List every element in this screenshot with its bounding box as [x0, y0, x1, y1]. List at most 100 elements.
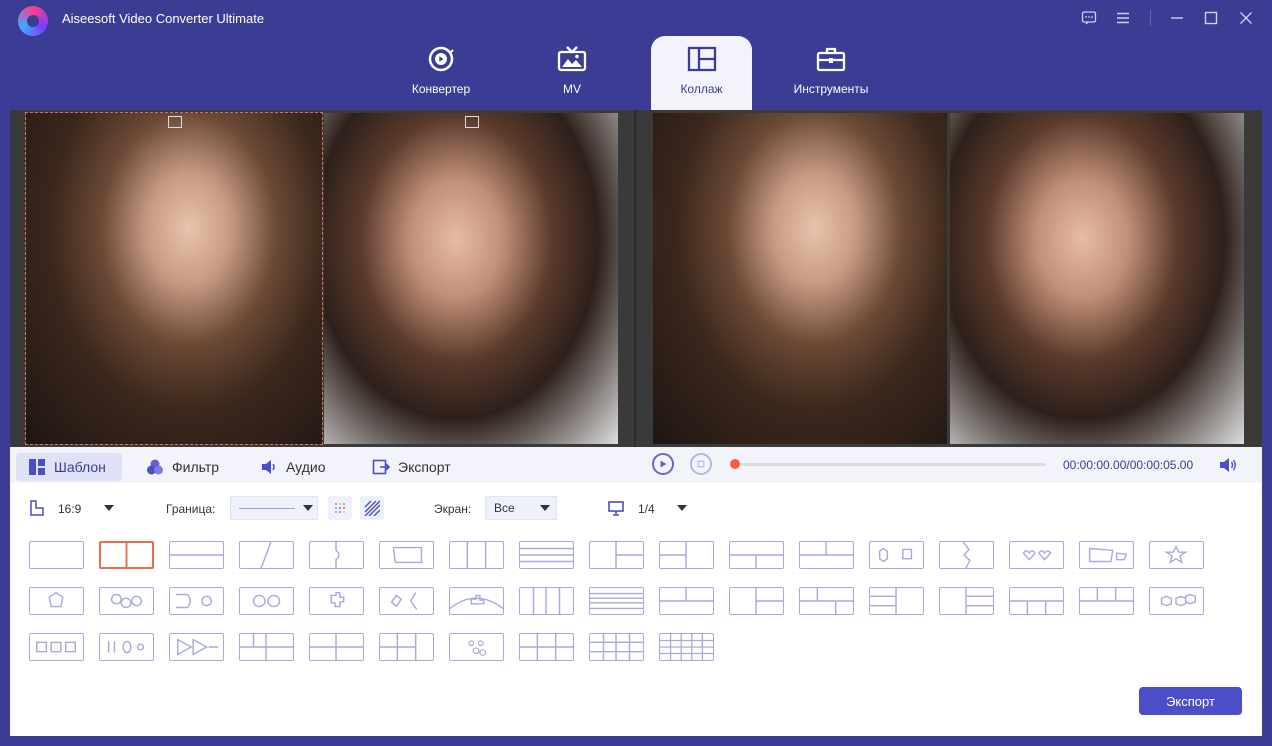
filter-icon: [147, 459, 163, 475]
menu-icon[interactable]: [1112, 7, 1134, 29]
template-thumbnail[interactable]: [1009, 587, 1064, 615]
template-thumbnail[interactable]: [519, 587, 574, 615]
template-thumbnail[interactable]: [1149, 541, 1204, 569]
template-thumbnail[interactable]: [449, 541, 504, 569]
template-thumbnail[interactable]: [589, 633, 644, 661]
page-indicator[interactable]: 1/4: [638, 502, 655, 516]
template-thumbnail[interactable]: [239, 587, 294, 615]
template-thumbnail[interactable]: [519, 541, 574, 569]
subtab-template[interactable]: Шаблон: [16, 453, 122, 481]
tab-converter[interactable]: Конвертер: [398, 36, 484, 110]
titlebar-separator: [1150, 10, 1151, 26]
template-thumbnail[interactable]: [309, 587, 364, 615]
screen-dropdown[interactable]: Все: [485, 496, 557, 520]
progress-thumb[interactable]: [730, 459, 740, 469]
template-thumbnail[interactable]: [869, 541, 924, 569]
image-icon[interactable]: [168, 116, 182, 128]
template-thumbnail[interactable]: [239, 541, 294, 569]
collage-output-preview: [636, 110, 1262, 447]
export-icon: [372, 459, 390, 475]
template-thumbnail[interactable]: [379, 587, 434, 615]
template-thumbnail[interactable]: [29, 541, 84, 569]
template-thumbnail[interactable]: [939, 587, 994, 615]
image-icon[interactable]: [465, 116, 479, 128]
volume-icon[interactable]: [1218, 455, 1238, 475]
template-thumbnail[interactable]: [1079, 541, 1134, 569]
template-thumbnail[interactable]: [379, 541, 434, 569]
border-color-button[interactable]: [328, 496, 352, 520]
template-thumbnail[interactable]: [589, 541, 644, 569]
aspect-ratio-dropdown-icon[interactable]: [104, 505, 114, 511]
stop-icon: [697, 460, 705, 468]
border-style-dropdown[interactable]: [230, 496, 318, 520]
bottom-panel: Шаблон Фильтр Аудио Экспорт 00:00:00.00/…: [10, 447, 1262, 736]
template-thumbnail[interactable]: [169, 633, 224, 661]
collage-cell-2-photo[interactable]: [324, 113, 618, 444]
border-pattern-button[interactable]: [360, 496, 384, 520]
stop-button[interactable]: [690, 453, 712, 475]
minimize-icon[interactable]: [1166, 7, 1188, 29]
subtab-template-label: Шаблон: [54, 459, 106, 475]
border-line-preview: [239, 507, 295, 509]
template-thumbnail[interactable]: [869, 587, 924, 615]
template-thumbnail[interactable]: [449, 587, 504, 615]
page-dropdown-icon[interactable]: [677, 505, 687, 511]
template-thumbnail[interactable]: [1009, 541, 1064, 569]
aspect-ratio-value[interactable]: 16:9: [58, 502, 81, 516]
template-icon: [29, 459, 45, 475]
subtab-filter[interactable]: Фильтр: [134, 453, 234, 481]
template-thumbnail[interactable]: [29, 587, 84, 615]
template-thumbnail[interactable]: [239, 633, 294, 661]
template-thumbnail[interactable]: [99, 633, 154, 661]
template-thumbnail[interactable]: [1149, 587, 1204, 615]
maximize-icon[interactable]: [1200, 7, 1222, 29]
template-thumbnail[interactable]: [1079, 587, 1134, 615]
template-thumbnail[interactable]: [729, 587, 784, 615]
template-thumbnail[interactable]: [99, 587, 154, 615]
template-thumbnail[interactable]: [519, 633, 574, 661]
audio-icon: [262, 460, 275, 474]
workspace: Шаблон Фильтр Аудио Экспорт 00:00:00.00/…: [10, 110, 1262, 736]
collage-subtabs: Шаблон Фильтр Аудио Экспорт: [10, 447, 636, 483]
export-button[interactable]: Экспорт: [1139, 687, 1242, 715]
border-label: Граница:: [166, 502, 216, 516]
template-thumbnail[interactable]: [799, 541, 854, 569]
template-thumbnail[interactable]: [169, 541, 224, 569]
tab-tools-label: Инструменты: [793, 82, 869, 96]
template-thumbnail[interactable]: [659, 541, 714, 569]
template-thumbnail[interactable]: [309, 541, 364, 569]
template-thumbnail[interactable]: [309, 633, 364, 661]
tab-mv[interactable]: MV: [540, 36, 604, 110]
subtab-audio-label: Аудио: [286, 459, 326, 475]
subtab-export-label: Экспорт: [398, 459, 451, 475]
template-thumbnail[interactable]: [729, 541, 784, 569]
template-thumbnail[interactable]: [659, 633, 714, 661]
screen-label: Экран:: [434, 502, 472, 516]
app-logo: [18, 6, 48, 36]
template-thumbnail[interactable]: [589, 587, 644, 615]
subtab-export[interactable]: Экспорт: [360, 453, 470, 481]
template-thumbnail[interactable]: [939, 541, 994, 569]
template-thumbnail[interactable]: [29, 633, 84, 661]
template-thumbnail[interactable]: [449, 633, 504, 661]
template-thumbnail[interactable]: [99, 541, 154, 569]
selected-cell-border: [25, 112, 323, 445]
template-thumbnail[interactable]: [169, 587, 224, 615]
time-display: 00:00:00.00/00:00:05.00: [1063, 458, 1194, 472]
toolbox-icon: [816, 47, 846, 72]
tab-collage[interactable]: Коллаж: [651, 36, 752, 110]
monitor-icon: [608, 501, 624, 516]
subtab-audio[interactable]: Аудио: [248, 453, 348, 481]
chevron-down-icon: [303, 505, 313, 511]
tab-tools[interactable]: Инструменты: [786, 36, 876, 110]
template-thumbnail[interactable]: [659, 587, 714, 615]
tv-image-icon: [557, 46, 587, 72]
subtab-filter-label: Фильтр: [172, 459, 220, 475]
template-thumbnail[interactable]: [379, 633, 434, 661]
progress-track[interactable]: [736, 463, 1046, 466]
hatch-icon: [364, 500, 380, 516]
feedback-icon[interactable]: [1078, 7, 1100, 29]
template-thumbnail[interactable]: [799, 587, 854, 615]
close-icon[interactable]: [1235, 7, 1257, 29]
play-button[interactable]: [652, 453, 674, 475]
